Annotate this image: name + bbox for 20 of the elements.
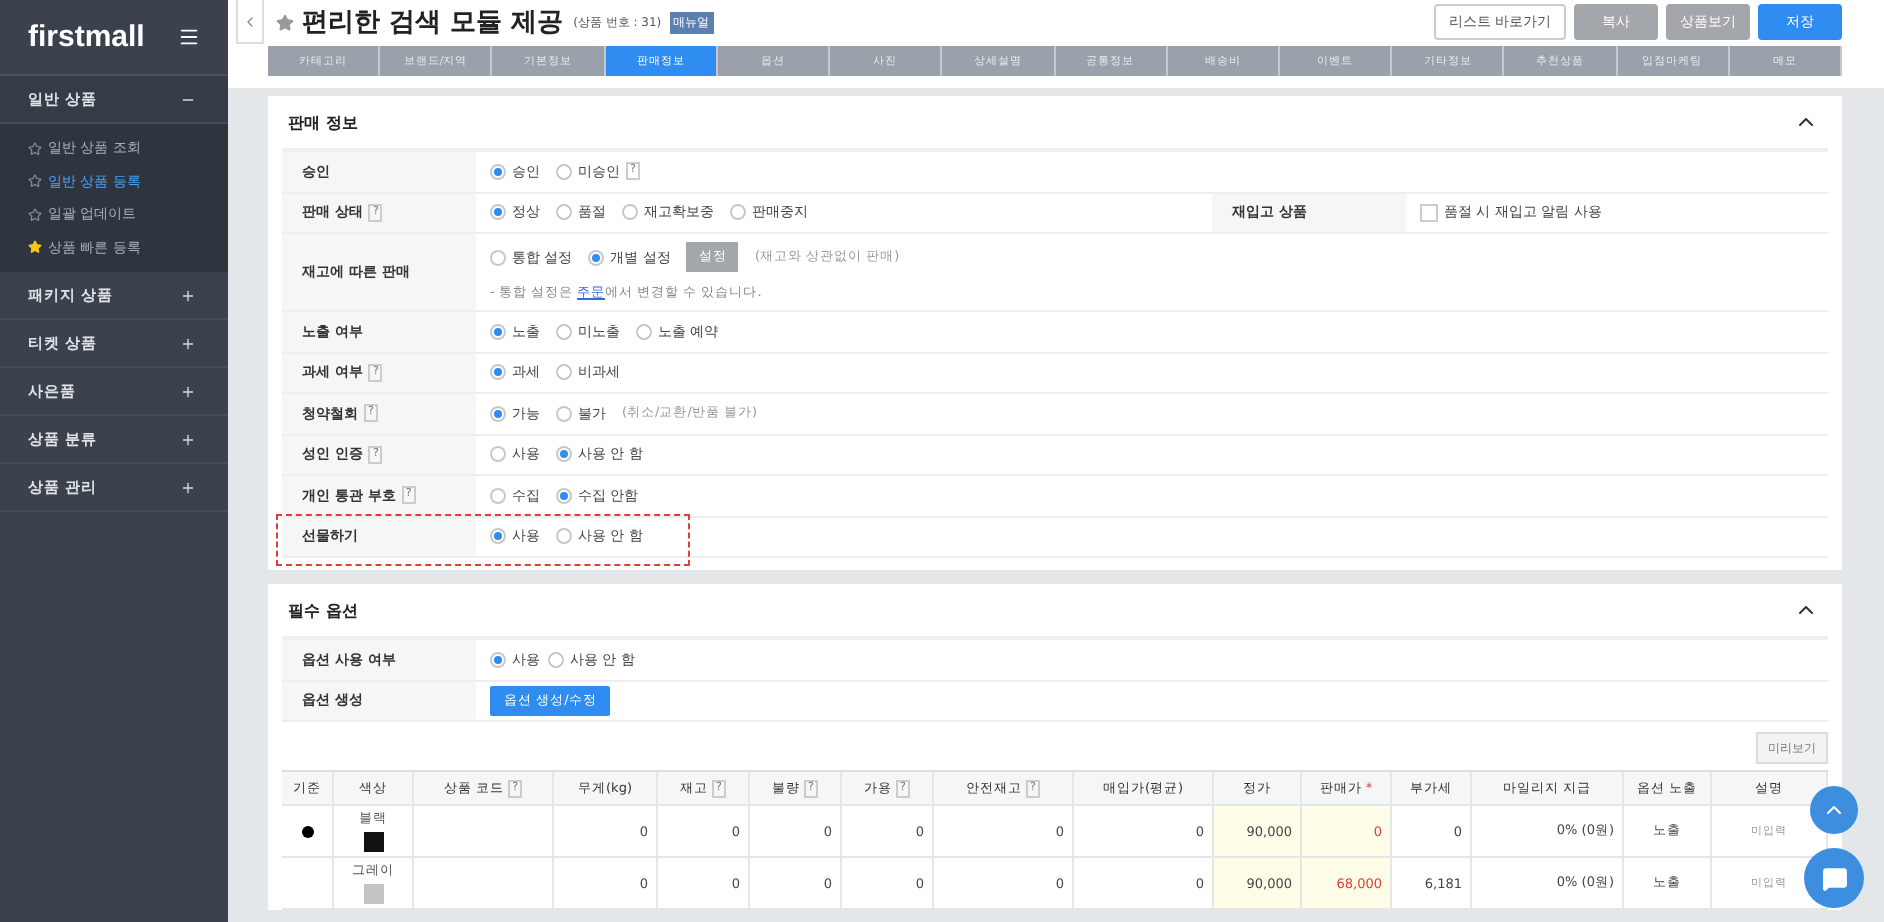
star-icon (28, 207, 42, 222)
star-icon (28, 240, 42, 255)
chat-icon (1821, 865, 1847, 891)
plus-icon (180, 431, 196, 447)
star-icon[interactable] (276, 13, 294, 31)
page-title: 편리한 검색 모듈 제공 (302, 6, 564, 40)
plus-icon (180, 479, 196, 495)
star-icon (28, 174, 42, 189)
plus-icon (180, 287, 196, 303)
menu-icon[interactable] (178, 26, 200, 48)
scroll-top-button[interactable] (1810, 786, 1858, 834)
chat-button[interactable] (1804, 848, 1864, 908)
logo: firstmall (28, 20, 145, 54)
plus-icon (180, 335, 196, 351)
chevron-left-icon (242, 13, 258, 29)
star-icon (28, 141, 42, 156)
plus-icon (180, 383, 196, 399)
default-dot-icon (301, 825, 313, 837)
section-title: 필수 옵션 (288, 599, 358, 621)
section-title: 판매 정보 (288, 111, 358, 133)
